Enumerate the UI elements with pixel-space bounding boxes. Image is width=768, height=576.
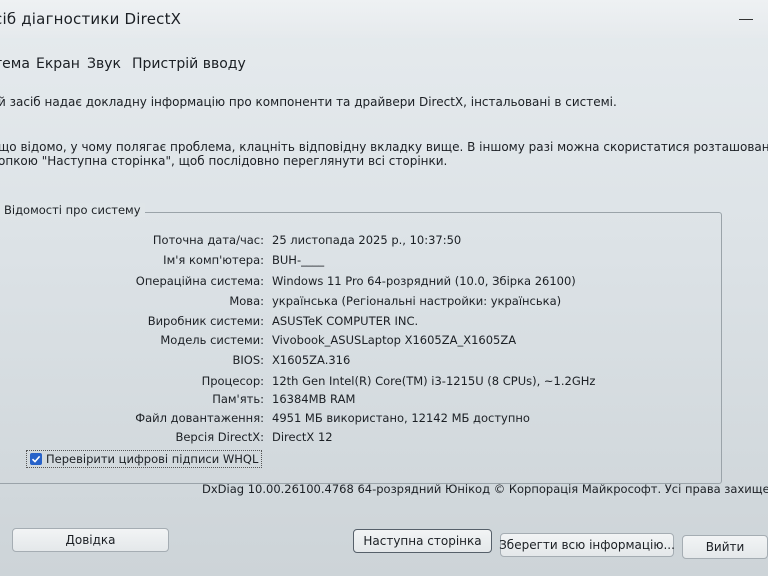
whql-checkbox[interactable]: Перевірити цифрові підписи WHQL bbox=[26, 450, 263, 468]
next-page-button[interactable]: Наступна сторінка bbox=[353, 529, 492, 553]
intro-text-line-1: й засіб надає докладну інформацію про ко… bbox=[0, 95, 617, 109]
info-label-datetime: Поточна дата/час: bbox=[152, 233, 264, 247]
info-label-memory: Пам'ять: bbox=[212, 392, 264, 406]
intro-text-line-3: опкою "Наступна сторінка", щоб послідовн… bbox=[0, 154, 448, 168]
info-value-manufacturer: ASUSTeK COMPUTER INC. bbox=[272, 314, 419, 328]
exit-button-label: Вийти bbox=[705, 540, 745, 554]
info-label-os: Операційна система: bbox=[135, 274, 264, 288]
info-value-model: Vivobook_ASUSLaptop X1605ZA_X1605ZA bbox=[272, 333, 517, 347]
info-value-memory: 16384MB RAM bbox=[272, 392, 356, 406]
dxdiag-window: сіб діагностики DirectX тема Екран Звук … bbox=[0, 0, 768, 576]
info-label-language: Мова: bbox=[229, 294, 264, 308]
info-label-model: Модель системи: bbox=[160, 333, 264, 347]
help-button-label: Довідка bbox=[65, 533, 116, 547]
checkbox-checked-icon bbox=[30, 453, 42, 465]
next-page-button-label: Наступна сторінка bbox=[363, 534, 482, 548]
info-value-bios: X1605ZA.316 bbox=[272, 353, 351, 367]
info-value-directx-version: DirectX 12 bbox=[272, 430, 333, 444]
title-bar: сіб діагностики DirectX bbox=[0, 0, 768, 38]
info-value-computer-name: BUH-____ bbox=[272, 253, 325, 267]
tab-input[interactable]: Пристрій вводу bbox=[132, 56, 246, 72]
save-all-info-button-label: Зберегти всю інформацію... bbox=[499, 538, 675, 552]
save-all-info-button[interactable]: Зберегти всю інформацію... bbox=[499, 533, 675, 557]
info-value-datetime: 25 листопада 2025 р., 10:37:50 bbox=[272, 233, 462, 247]
tab-display[interactable]: Екран bbox=[36, 56, 80, 72]
intro-text-line-2: що відомо, у чому полягає проблема, клац… bbox=[0, 140, 768, 154]
system-info-group-title: Відомості про систему bbox=[0, 203, 145, 217]
help-button[interactable]: Довідка bbox=[12, 528, 169, 552]
info-label-page-file: Файл довантаження: bbox=[135, 411, 264, 425]
info-value-os: Windows 11 Pro 64-розрядний (10.0, Збірк… bbox=[272, 274, 576, 288]
minimize-icon bbox=[739, 18, 753, 20]
info-label-directx-version: Версія DirectX: bbox=[175, 430, 264, 444]
minimize-button[interactable] bbox=[726, 8, 766, 30]
window-title: сіб діагностики DirectX bbox=[0, 10, 182, 28]
info-label-computer-name: Ім'я комп'ютера: bbox=[163, 253, 264, 267]
info-value-page-file: 4951 МБ використано, 12142 МБ доступно bbox=[272, 411, 530, 425]
info-label-processor: Процесор: bbox=[201, 374, 264, 388]
info-label-bios: BIOS: bbox=[232, 353, 264, 367]
info-value-language: українська (Регіональні настройки: украї… bbox=[272, 294, 562, 308]
info-label-manufacturer: Виробник системи: bbox=[147, 314, 264, 328]
version-copyright-text: DxDiag 10.00.26100.4768 64-розрядний Юні… bbox=[202, 482, 768, 496]
whql-checkbox-label: Перевірити цифрові підписи WHQL bbox=[46, 452, 259, 466]
exit-button[interactable]: Вийти bbox=[682, 535, 768, 559]
tab-sound[interactable]: Звук bbox=[87, 56, 121, 72]
tab-bar: тема Екран Звук Пристрій вводу bbox=[0, 56, 768, 78]
info-value-processor: 12th Gen Intel(R) Core(TM) i3-1215U (8 C… bbox=[272, 374, 596, 388]
tab-system[interactable]: тема bbox=[0, 56, 30, 72]
